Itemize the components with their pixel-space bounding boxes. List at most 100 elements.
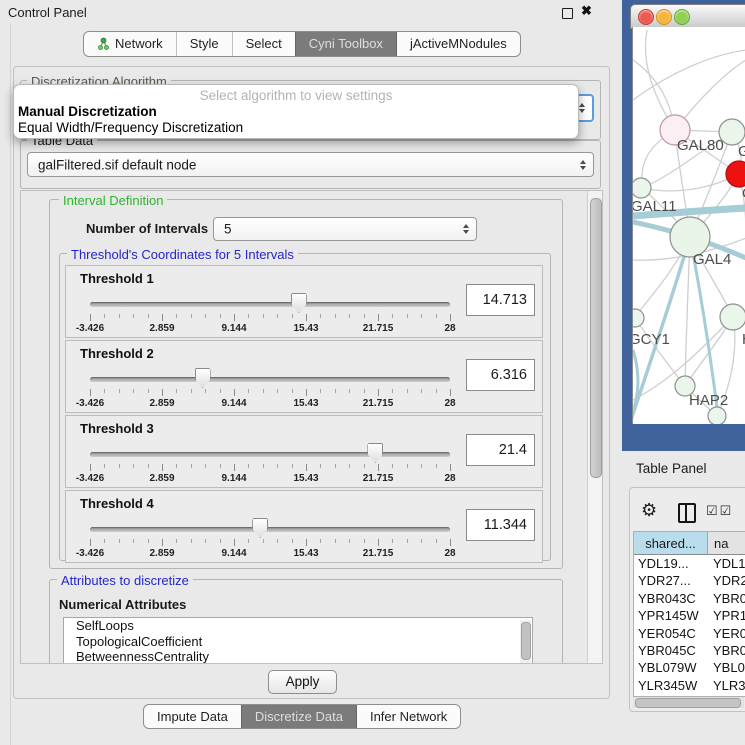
network-edge	[645, 30, 675, 130]
table-row[interactable]: YLR345WYLR3	[634, 677, 745, 694]
tab-jactivemnodules[interactable]: jActiveMNodules	[397, 32, 520, 56]
node-label: GAL80	[677, 137, 724, 154]
table-cell: YLR3	[708, 677, 745, 694]
network-node[interactable]	[720, 304, 745, 330]
table-row[interactable]: YPR145WYPR1	[634, 607, 745, 624]
network-node[interactable]	[719, 119, 745, 145]
thresholds-group-title: Threshold's Coordinates for 5 Intervals	[67, 247, 298, 262]
interval-definition-title: Interval Definition	[59, 193, 167, 208]
select-columns-checkboxes-icon[interactable]: ☑☑	[706, 503, 733, 519]
network-node[interactable]	[708, 407, 726, 424]
table-cell: YDL19...	[634, 555, 708, 572]
node-label: GA	[738, 143, 745, 160]
table-data-value: galFiltered.sif default node	[38, 157, 196, 172]
number-of-intervals-combobox[interactable]: 5	[213, 217, 477, 241]
bottom-tab-infer-network[interactable]: Infer Network	[357, 705, 460, 728]
columns-icon[interactable]	[678, 503, 696, 523]
network-node[interactable]	[726, 161, 745, 187]
node-label: GCY1	[632, 331, 670, 348]
minimize-traffic-light[interactable]	[656, 9, 672, 25]
top-tabbar: NetworkStyleSelectCyni ToolboxjActiveMNo…	[83, 31, 521, 57]
column-header[interactable]: shared...	[634, 532, 708, 555]
tab-select[interactable]: Select	[232, 32, 295, 56]
slider-track[interactable]	[90, 302, 450, 307]
algorithm-option[interactable]: Manual Discretization	[18, 104, 157, 119]
table-cell: YBL0	[708, 659, 745, 676]
table-row[interactable]: YBL079WYBL0	[634, 659, 745, 676]
close-traffic-light[interactable]	[638, 9, 654, 25]
threshold-slider[interactable]: -3.4262.8599.14415.4321.71528	[90, 515, 450, 557]
spinner-icon	[579, 103, 585, 113]
list-scrollbar[interactable]	[520, 620, 531, 664]
threshold-panel: Threshold 2-3.4262.8599.14415.4321.71528…	[65, 340, 543, 413]
threshold-label: Threshold 3	[80, 421, 154, 436]
slider-thumb[interactable]	[367, 443, 383, 463]
threshold-panel: Threshold 3 -3.4262.8599.14415.4321.71528…	[65, 415, 543, 488]
slider-thumb[interactable]	[195, 368, 211, 388]
threshold-label: Threshold 4	[80, 496, 154, 511]
tab-network[interactable]: Network	[84, 32, 176, 56]
table-row[interactable]: YBR045CYBR0	[634, 642, 745, 659]
column-header[interactable]: na	[708, 532, 745, 555]
table-row[interactable]: YER054CYER0	[634, 625, 745, 642]
screen: Control Panel ✖ NetworkStyleSelectCyni T…	[0, 0, 745, 745]
settings-scrollbar[interactable]	[587, 191, 603, 663]
table-data-combobox[interactable]: galFiltered.sif default node	[27, 152, 594, 177]
numerical-attributes-list[interactable]: SelfLoopsTopologicalCoefficientBetweenne…	[63, 617, 533, 664]
slider-track[interactable]	[90, 452, 450, 457]
threshold-panel: Threshold 1-3.4262.8599.14415.4321.71528…	[65, 265, 543, 338]
float-window-icon[interactable]	[562, 8, 573, 19]
threshold-value-field[interactable]: 6.316	[466, 359, 535, 391]
network-node[interactable]	[632, 178, 651, 198]
table-cell: YBL079W	[634, 659, 708, 676]
panel-divider	[10, 24, 11, 745]
table-row[interactable]: YDR27...YDR2	[634, 572, 745, 589]
settings-scroll-area: Interval Definition Number of Intervals …	[20, 190, 603, 664]
node-label: GAL11	[632, 198, 677, 215]
tab-style[interactable]: Style	[176, 32, 232, 56]
table-cell: YDR2	[708, 572, 745, 589]
bottom-tab-discretize-data[interactable]: Discretize Data	[241, 705, 357, 728]
table-cell: YDR27...	[634, 572, 708, 589]
slider-thumb[interactable]	[291, 293, 307, 313]
network-window-titlebar[interactable]	[630, 4, 745, 29]
algorithm-popup: Select algorithm to view settings Manual…	[13, 84, 579, 139]
zoom-traffic-light[interactable]	[674, 9, 690, 25]
gear-icon[interactable]: ⚙	[641, 500, 657, 521]
table-horizontal-scrollbar[interactable]	[633, 697, 744, 708]
number-of-intervals-label: Number of Intervals	[86, 221, 208, 236]
attribute-item[interactable]: SelfLoops	[64, 618, 532, 634]
table-cell: YLR345W	[634, 677, 708, 694]
table-cell: YER0	[708, 625, 745, 642]
tab-cyni-toolbox[interactable]: Cyni Toolbox	[295, 32, 397, 56]
algorithm-option[interactable]: Equal Width/Frequency Discretization	[18, 120, 243, 135]
slider-track[interactable]	[90, 527, 450, 532]
bottom-tab-impute-data[interactable]: Impute Data	[144, 705, 241, 728]
network-node[interactable]	[632, 309, 644, 327]
threshold-panel: Threshold 4 -3.4262.8599.14415.4321.71528…	[65, 490, 543, 563]
node-table[interactable]: shared...na YDL19...YDL1YDR27...YDR2YBR0…	[633, 531, 745, 697]
control-panel-titlebar: Control Panel ✖	[0, 0, 620, 24]
attributes-group-title: Attributes to discretize	[57, 573, 193, 588]
bottom-tabbar: Impute DataDiscretize DataInfer Network	[143, 704, 461, 729]
table-row[interactable]: YDL19...YDL1	[634, 555, 745, 572]
table-row[interactable]: YBR043CYBR0	[634, 590, 745, 607]
threshold-slider[interactable]: -3.4262.8599.14415.4321.71528	[90, 290, 450, 332]
attribute-item[interactable]: TopologicalCoefficient	[64, 634, 532, 650]
control-panel-title: Control Panel	[8, 5, 87, 20]
threshold-value-field[interactable]: 21.4	[466, 434, 535, 466]
threshold-value-field[interactable]: 11.344	[466, 509, 535, 541]
apply-button[interactable]: Apply	[268, 670, 337, 694]
slider-track[interactable]	[90, 377, 450, 382]
slider-thumb[interactable]	[252, 518, 268, 538]
threshold-slider[interactable]: -3.4262.8599.14415.4321.71528	[90, 365, 450, 407]
threshold-value-field[interactable]: 14.713	[466, 284, 535, 316]
network-canvas[interactable]: GAL80GACGAL11GAL4GCY1HHAP2	[632, 27, 745, 424]
threshold-slider[interactable]: -3.4262.8599.14415.4321.71528	[90, 440, 450, 482]
attribute-item[interactable]: BetweennessCentrality	[64, 649, 532, 664]
close-icon[interactable]: ✖	[581, 3, 592, 19]
table-cell: YBR0	[708, 642, 745, 659]
table-cell: YBR0	[708, 590, 745, 607]
table-panel-title: Table Panel	[636, 461, 707, 476]
table-cell: YBR043C	[634, 590, 708, 607]
